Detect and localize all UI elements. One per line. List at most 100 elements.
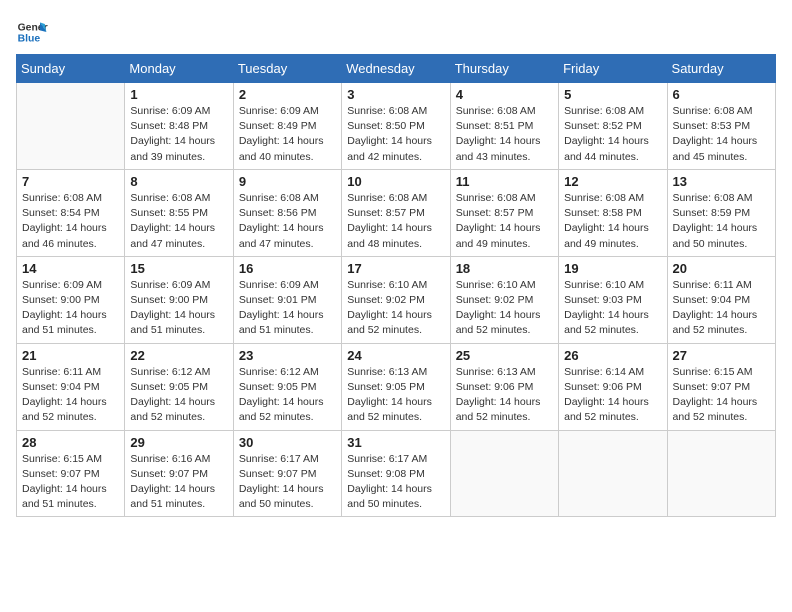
day-number: 21 xyxy=(22,348,119,363)
calendar-cell xyxy=(667,430,775,517)
day-number: 19 xyxy=(564,261,661,276)
column-header-friday: Friday xyxy=(559,55,667,83)
calendar-cell: 24 Sunrise: 6:13 AMSunset: 9:05 PMDayligh… xyxy=(342,343,450,430)
day-number: 8 xyxy=(130,174,227,189)
day-number: 20 xyxy=(673,261,770,276)
day-info: Sunrise: 6:11 AMSunset: 9:04 PMDaylight:… xyxy=(22,365,119,426)
day-number: 24 xyxy=(347,348,444,363)
calendar-cell: 17 Sunrise: 6:10 AMSunset: 9:02 PMDayligh… xyxy=(342,256,450,343)
day-number: 4 xyxy=(456,87,553,102)
day-number: 7 xyxy=(22,174,119,189)
day-number: 18 xyxy=(456,261,553,276)
day-number: 22 xyxy=(130,348,227,363)
calendar-cell: 14 Sunrise: 6:09 AMSunset: 9:00 PMDayligh… xyxy=(17,256,125,343)
day-number: 14 xyxy=(22,261,119,276)
week-row-4: 21 Sunrise: 6:11 AMSunset: 9:04 PMDayligh… xyxy=(17,343,776,430)
svg-text:Blue: Blue xyxy=(18,34,41,45)
logo: General Blue xyxy=(16,16,48,48)
calendar-cell: 27Sunrise: 6:15 AMSunset: 9:07 PMDayligh… xyxy=(667,343,775,430)
calendar-cell: 31 Sunrise: 6:17 AMSunset: 9:08 PMDayligh… xyxy=(342,430,450,517)
calendar-cell xyxy=(450,430,558,517)
calendar-cell: 13 Sunrise: 6:08 AMSunset: 8:59 PMDayligh… xyxy=(667,169,775,256)
day-number: 25 xyxy=(456,348,553,363)
day-info: Sunrise: 6:09 AMSunset: 9:00 PMDaylight:… xyxy=(22,278,119,339)
day-info: Sunrise: 6:08 AMSunset: 8:54 PMDaylight:… xyxy=(22,191,119,252)
day-number: 30 xyxy=(239,435,336,450)
day-info: Sunrise: 6:13 AMSunset: 9:05 PMDaylight:… xyxy=(347,365,444,426)
day-number: 31 xyxy=(347,435,444,450)
day-info: Sunrise: 6:12 AMSunset: 9:05 PMDaylight:… xyxy=(239,365,336,426)
calendar-cell: 26 Sunrise: 6:14 AMSunset: 9:06 PMDayligh… xyxy=(559,343,667,430)
day-info: Sunrise: 6:09 AMSunset: 9:01 PMDaylight:… xyxy=(239,278,336,339)
calendar-cell: 19 Sunrise: 6:10 AMSunset: 9:03 PMDayligh… xyxy=(559,256,667,343)
calendar-cell: 23Sunrise: 6:12 AMSunset: 9:05 PMDayligh… xyxy=(233,343,341,430)
day-info: Sunrise: 6:09 AMSunset: 8:48 PMDaylight:… xyxy=(130,104,227,165)
day-number: 13 xyxy=(673,174,770,189)
day-info: Sunrise: 6:08 AMSunset: 8:51 PMDaylight:… xyxy=(456,104,553,165)
day-number: 10 xyxy=(347,174,444,189)
calendar-cell: 8Sunrise: 6:08 AMSunset: 8:55 PMDaylight… xyxy=(125,169,233,256)
day-number: 12 xyxy=(564,174,661,189)
day-info: Sunrise: 6:15 AMSunset: 9:07 PMDaylight:… xyxy=(22,452,119,513)
calendar-cell: 12 Sunrise: 6:08 AMSunset: 8:58 PMDayligh… xyxy=(559,169,667,256)
day-info: Sunrise: 6:10 AMSunset: 9:02 PMDaylight:… xyxy=(347,278,444,339)
calendar-cell: 28 Sunrise: 6:15 AMSunset: 9:07 PMDayligh… xyxy=(17,430,125,517)
day-number: 2 xyxy=(239,87,336,102)
day-info: Sunrise: 6:10 AMSunset: 9:03 PMDaylight:… xyxy=(564,278,661,339)
day-info: Sunrise: 6:17 AMSunset: 9:07 PMDaylight:… xyxy=(239,452,336,513)
calendar-cell: 30 Sunrise: 6:17 AMSunset: 9:07 PMDayligh… xyxy=(233,430,341,517)
day-info: Sunrise: 6:08 AMSunset: 8:52 PMDaylight:… xyxy=(564,104,661,165)
day-info: Sunrise: 6:10 AMSunset: 9:02 PMDaylight:… xyxy=(456,278,553,339)
day-number: 9 xyxy=(239,174,336,189)
logo-icon: General Blue xyxy=(16,16,48,48)
week-row-5: 28 Sunrise: 6:15 AMSunset: 9:07 PMDayligh… xyxy=(17,430,776,517)
week-row-1: 1 Sunrise: 6:09 AMSunset: 8:48 PMDaylight… xyxy=(17,83,776,170)
week-row-2: 7 Sunrise: 6:08 AMSunset: 8:54 PMDaylight… xyxy=(17,169,776,256)
day-number: 28 xyxy=(22,435,119,450)
calendar-cell: 29 Sunrise: 6:16 AMSunset: 9:07 PMDayligh… xyxy=(125,430,233,517)
day-info: Sunrise: 6:16 AMSunset: 9:07 PMDaylight:… xyxy=(130,452,227,513)
day-info: Sunrise: 6:08 AMSunset: 8:57 PMDaylight:… xyxy=(456,191,553,252)
day-number: 15 xyxy=(130,261,227,276)
day-number: 17 xyxy=(347,261,444,276)
calendar-header-row: SundayMondayTuesdayWednesdayThursdayFrid… xyxy=(17,55,776,83)
column-header-tuesday: Tuesday xyxy=(233,55,341,83)
calendar: SundayMondayTuesdayWednesdayThursdayFrid… xyxy=(16,54,776,517)
day-info: Sunrise: 6:12 AMSunset: 9:05 PMDaylight:… xyxy=(130,365,227,426)
calendar-cell: 9 Sunrise: 6:08 AMSunset: 8:56 PMDaylight… xyxy=(233,169,341,256)
day-info: Sunrise: 6:08 AMSunset: 8:53 PMDaylight:… xyxy=(673,104,770,165)
day-number: 27 xyxy=(673,348,770,363)
day-info: Sunrise: 6:08 AMSunset: 8:50 PMDaylight:… xyxy=(347,104,444,165)
day-info: Sunrise: 6:09 AMSunset: 9:00 PMDaylight:… xyxy=(130,278,227,339)
column-header-saturday: Saturday xyxy=(667,55,775,83)
calendar-cell: 4 Sunrise: 6:08 AMSunset: 8:51 PMDaylight… xyxy=(450,83,558,170)
day-info: Sunrise: 6:08 AMSunset: 8:59 PMDaylight:… xyxy=(673,191,770,252)
calendar-cell: 20 Sunrise: 6:11 AMSunset: 9:04 PMDayligh… xyxy=(667,256,775,343)
day-info: Sunrise: 6:17 AMSunset: 9:08 PMDaylight:… xyxy=(347,452,444,513)
calendar-cell: 15 Sunrise: 6:09 AMSunset: 9:00 PMDayligh… xyxy=(125,256,233,343)
column-header-monday: Monday xyxy=(125,55,233,83)
column-header-wednesday: Wednesday xyxy=(342,55,450,83)
calendar-cell: 6 Sunrise: 6:08 AMSunset: 8:53 PMDaylight… xyxy=(667,83,775,170)
calendar-cell: 18 Sunrise: 6:10 AMSunset: 9:02 PMDayligh… xyxy=(450,256,558,343)
calendar-cell: 3Sunrise: 6:08 AMSunset: 8:50 PMDaylight… xyxy=(342,83,450,170)
day-number: 1 xyxy=(130,87,227,102)
calendar-cell: 16Sunrise: 6:09 AMSunset: 9:01 PMDayligh… xyxy=(233,256,341,343)
day-info: Sunrise: 6:09 AMSunset: 8:49 PMDaylight:… xyxy=(239,104,336,165)
day-number: 26 xyxy=(564,348,661,363)
day-info: Sunrise: 6:08 AMSunset: 8:56 PMDaylight:… xyxy=(239,191,336,252)
calendar-cell: 1 Sunrise: 6:09 AMSunset: 8:48 PMDaylight… xyxy=(125,83,233,170)
day-info: Sunrise: 6:08 AMSunset: 8:58 PMDaylight:… xyxy=(564,191,661,252)
day-number: 29 xyxy=(130,435,227,450)
day-number: 6 xyxy=(673,87,770,102)
calendar-cell: 21 Sunrise: 6:11 AMSunset: 9:04 PMDayligh… xyxy=(17,343,125,430)
calendar-cell: 25 Sunrise: 6:13 AMSunset: 9:06 PMDayligh… xyxy=(450,343,558,430)
day-info: Sunrise: 6:08 AMSunset: 8:57 PMDaylight:… xyxy=(347,191,444,252)
week-row-3: 14 Sunrise: 6:09 AMSunset: 9:00 PMDayligh… xyxy=(17,256,776,343)
calendar-cell: 5Sunrise: 6:08 AMSunset: 8:52 PMDaylight… xyxy=(559,83,667,170)
day-info: Sunrise: 6:11 AMSunset: 9:04 PMDaylight:… xyxy=(673,278,770,339)
day-number: 11 xyxy=(456,174,553,189)
day-info: Sunrise: 6:13 AMSunset: 9:06 PMDaylight:… xyxy=(456,365,553,426)
column-header-thursday: Thursday xyxy=(450,55,558,83)
day-info: Sunrise: 6:14 AMSunset: 9:06 PMDaylight:… xyxy=(564,365,661,426)
